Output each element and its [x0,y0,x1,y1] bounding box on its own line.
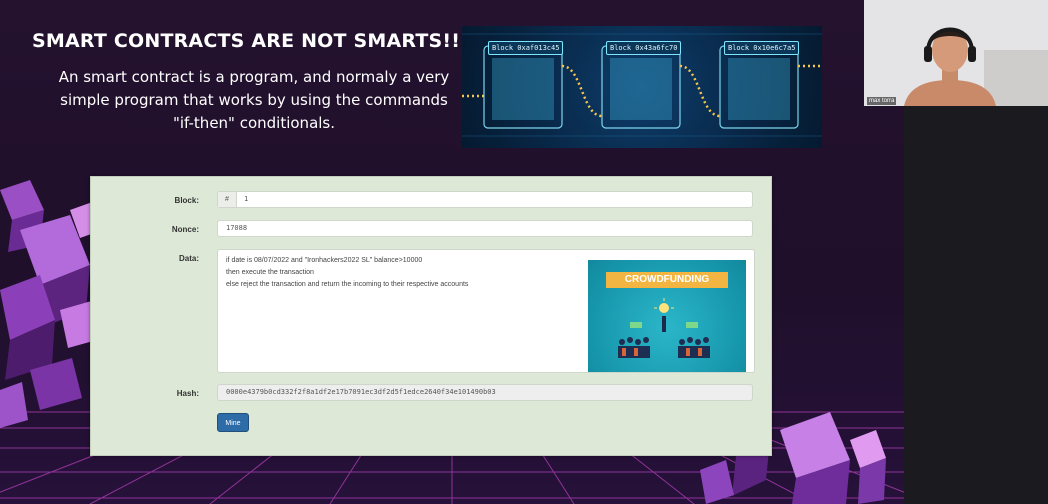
block-label: Block: [174,196,199,205]
slide-body-line: simple program that works by using the c… [60,91,448,109]
data-line: else reject the transaction and return t… [226,281,469,288]
slide-body-line: An smart contract is a program, and norm… [58,68,450,86]
slide-title: SMART CONTRACTS ARE NOT SMARTS!! [32,30,461,52]
blockchain-demo-panel: Block: # 1 Nonce: 17088 Data: if date is… [90,176,772,456]
crowdfunding-image: CROWDFUNDING [588,260,746,372]
chain-block-label: Block 0x10e6c7a5 [724,41,800,55]
slide-body: An smart contract is a program, and norm… [54,66,454,135]
chain-block-label: Block 0xaf013c45 [488,41,564,55]
block-number-input[interactable]: # 1 [217,191,753,208]
data-label: Data: [178,254,199,263]
block-number-value: 1 [244,195,249,203]
chain-block-label: Block 0x43a6fc70 [606,41,682,55]
slide-body-line: "if-then" conditionals. [172,114,336,132]
hash-field: 0000e4379b0cd332f2f8a1df2e17b7091ec3df2d… [217,384,753,401]
block-hash-addon: # [218,192,237,207]
participant-name: max torra [867,97,897,105]
presentation-slide: SMART CONTRACTS ARE NOT SMARTS!! An smar… [0,0,904,504]
blockchain-illustration: Block 0xaf013c45 Block 0x43a6fc70 Block … [462,26,822,148]
hash-value: 0000e4379b0cd332f2f8a1df2e17b7091ec3df2d… [226,388,496,396]
data-textarea[interactable]: if date is 08/07/2022 and "Ironhackers20… [217,249,755,373]
nonce-input[interactable]: 17088 [217,220,753,237]
nonce-label: Nonce: [171,225,199,234]
hash-label: Hash: [176,389,199,398]
mine-button[interactable]: Mine [217,413,249,432]
participant-avatar [864,0,1048,106]
crowd-illustration [618,298,710,358]
data-line: if date is 08/07/2022 and "Ironhackers20… [226,257,423,264]
nonce-value: 17088 [226,224,248,232]
data-line: then execute the transaction [226,269,314,276]
participant-video[interactable]: max torra [864,0,1048,106]
